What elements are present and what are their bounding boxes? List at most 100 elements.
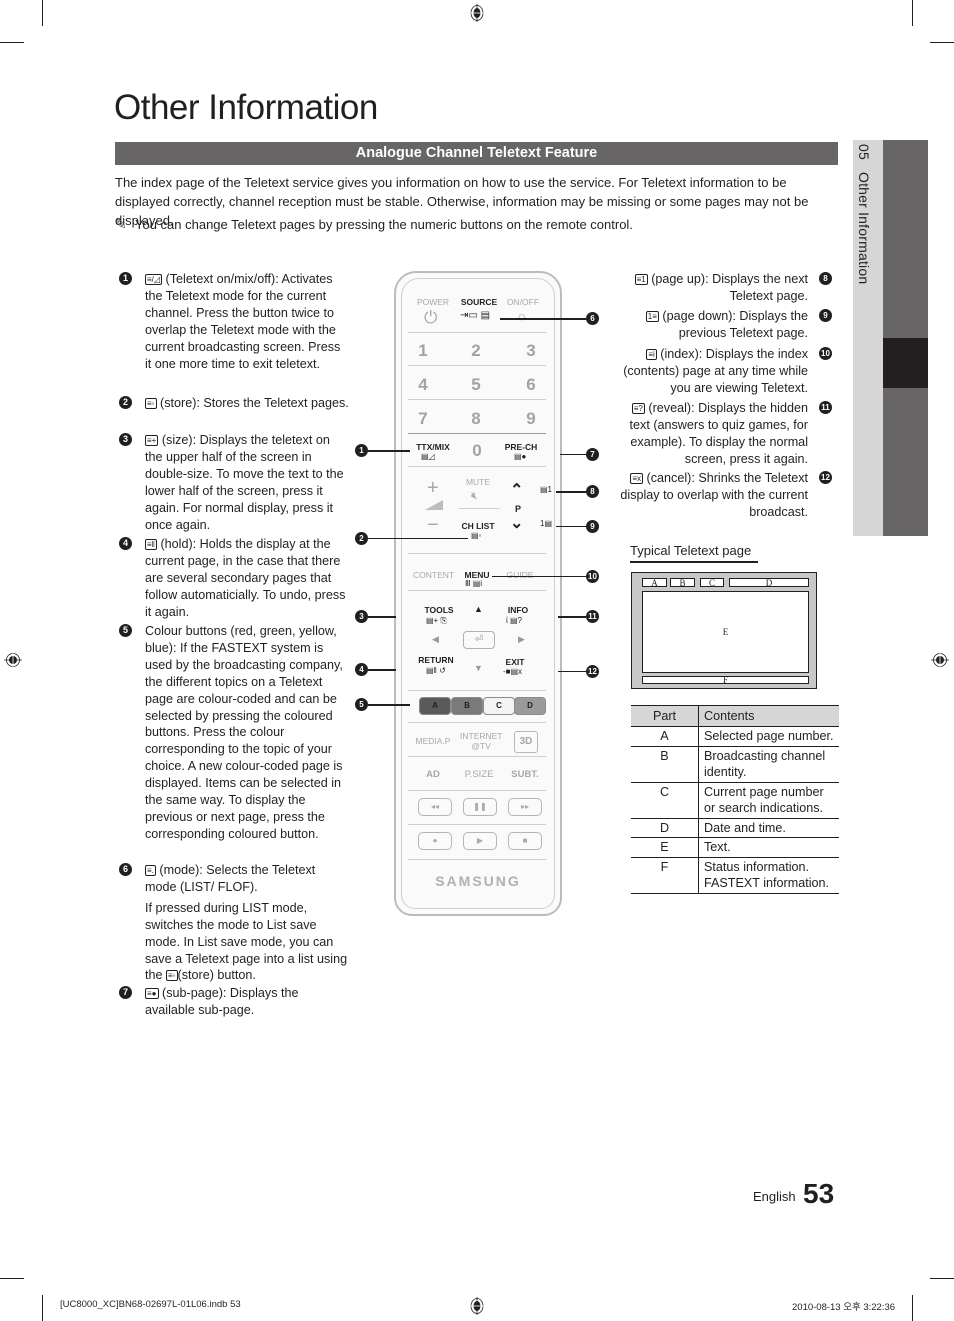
- list-item: ≡x (cancel): Shrinks the Teletext displa…: [612, 470, 832, 521]
- crop-mark: [912, 0, 913, 26]
- table-row: A Selected page number.: [631, 726, 839, 747]
- digit-0: 0: [472, 441, 482, 460]
- callout-line: [558, 671, 586, 672]
- callout-badge: 4: [355, 663, 368, 676]
- cancel-icon: -■▤x: [503, 667, 523, 676]
- note: ✎ You can change Teletext pages by pressi…: [115, 215, 845, 234]
- pause-icon: ❚❚: [463, 798, 497, 816]
- arrow-left-icon: ◀: [432, 634, 439, 644]
- callout-line: [556, 491, 586, 493]
- item-number-badge: 11: [819, 401, 832, 414]
- part-cell: C: [631, 782, 699, 819]
- return-label: RETURN: [418, 655, 454, 665]
- item-text: (page up): Displays the next Teletext pa…: [651, 272, 808, 303]
- part-cell: A: [631, 726, 699, 747]
- pencil-note-icon: ✎: [115, 216, 127, 232]
- digit-8: 8: [471, 409, 481, 428]
- samsung-logo: SAMSUNG: [435, 873, 521, 889]
- item-text: (cancel): Shrinks the Teletext display t…: [620, 471, 808, 519]
- divider: [408, 466, 546, 467]
- crop-mark: [42, 0, 43, 26]
- part-cell: D: [631, 818, 699, 838]
- channel-down-icon: ⌄: [510, 515, 524, 532]
- size-icon: ≡+: [145, 435, 159, 446]
- item-text: (mode): Selects the Teletext mode (LIST/…: [145, 863, 316, 894]
- item-number-badge: 4: [119, 537, 132, 550]
- store-icon: ≡◦: [166, 970, 178, 982]
- part-cell: B: [631, 746, 699, 783]
- page-down-icon: 1▤: [540, 519, 553, 528]
- digit-7: 7: [418, 409, 428, 428]
- pre-ch-label: PRE-CH: [504, 442, 538, 452]
- info-label: INFO: [507, 605, 529, 615]
- digit-2: 2: [471, 341, 481, 360]
- part-c-box: C: [700, 578, 724, 588]
- table-header-row: Part Contents: [631, 705, 839, 727]
- item-number-badge: 3: [119, 433, 132, 446]
- item-number-badge: 5: [119, 624, 132, 637]
- table-row: D Date and time.: [631, 818, 839, 838]
- crop-mark: [912, 1295, 913, 1321]
- internet-tv-label: @TV: [471, 741, 491, 751]
- registration-mark-icon: [4, 651, 22, 669]
- internet-label: INTERNET: [460, 731, 503, 741]
- reveal-icon: ≡?: [631, 403, 645, 414]
- callout-badge: 9: [586, 520, 599, 533]
- size-icon: ▤+ ⎘: [426, 616, 447, 625]
- arrow-up-icon: ▲: [474, 604, 483, 614]
- callout-badge: 10: [586, 570, 599, 583]
- callout-line: [368, 616, 396, 618]
- list-item: 1 ≡/◿ (Teletext on/mix/off): Activates t…: [119, 271, 349, 372]
- divider: [408, 590, 546, 591]
- parts-table: Part Contents A Selected page number. B Br…: [631, 705, 839, 894]
- callout-line: [560, 454, 586, 455]
- item-text: (store) button.: [177, 968, 256, 983]
- page-number: 53: [803, 1178, 835, 1209]
- contents-cell: Date and time.: [698, 818, 839, 838]
- divider: [408, 433, 546, 434]
- item-number-badge: 9: [819, 309, 832, 322]
- teletext-page-diagram: A B C D E F: [631, 572, 817, 689]
- table-row: C Current page number or search indicatio…: [631, 782, 839, 819]
- digit-5: 5: [471, 375, 481, 394]
- chapter-number: 05: [856, 144, 872, 160]
- media-p-label: MEDIA.P: [415, 736, 451, 746]
- hold-icon: ▤‖ ↺: [426, 666, 446, 675]
- print-slug-file: [UC8000_XC]BN68-02697L-01L06.indb 53: [60, 1299, 241, 1310]
- digit-4: 4: [418, 375, 428, 394]
- callout-badge: 1: [355, 444, 368, 457]
- color-button-a: A: [419, 697, 451, 715]
- power-label: POWER: [416, 297, 450, 307]
- callout-line: [368, 704, 410, 706]
- chapter-tab-label: 05 Other Information: [856, 144, 872, 284]
- list-item: 7 ≡● (sub-page): Displays the available …: [119, 985, 349, 1019]
- divider: [408, 365, 546, 366]
- source-icon: ⇥▭ ▤: [460, 310, 491, 321]
- crop-mark: [930, 42, 954, 43]
- table-row: F Status information. FASTEXT information…: [631, 857, 839, 894]
- page-up-icon: ▤1: [540, 485, 553, 494]
- part-cell: F: [631, 857, 699, 894]
- mute-icon: 🔇︎: [471, 490, 478, 502]
- index-icon: ≡i: [646, 349, 657, 360]
- onoff-label: ON/OFF: [506, 297, 540, 307]
- callout-line: [556, 526, 586, 527]
- content-label: CONTENT: [413, 570, 455, 580]
- part-cell: E: [631, 837, 699, 858]
- subtitle-label: SUBT.: [511, 769, 539, 780]
- item-number-badge: 7: [119, 986, 132, 999]
- divider: [408, 553, 546, 554]
- item-number-badge: 6: [119, 863, 132, 876]
- item-extra-paragraph: If pressed during LIST mode, switches th…: [145, 900, 349, 985]
- callout-badge: 5: [355, 698, 368, 711]
- chapter-tab-marker: [883, 338, 928, 388]
- 3d-button-icon: 3D: [514, 731, 538, 753]
- part-f-box: F: [642, 676, 809, 685]
- teletext-mix-icon: ▤◿: [421, 452, 435, 461]
- item-number-badge: 1: [119, 272, 132, 285]
- divider: [408, 332, 546, 333]
- divider: [408, 824, 546, 825]
- reveal-icon: ί ▤?: [506, 616, 523, 625]
- part-b-box: B: [670, 578, 695, 588]
- index-icon: Ⅲ ▤i: [465, 579, 483, 588]
